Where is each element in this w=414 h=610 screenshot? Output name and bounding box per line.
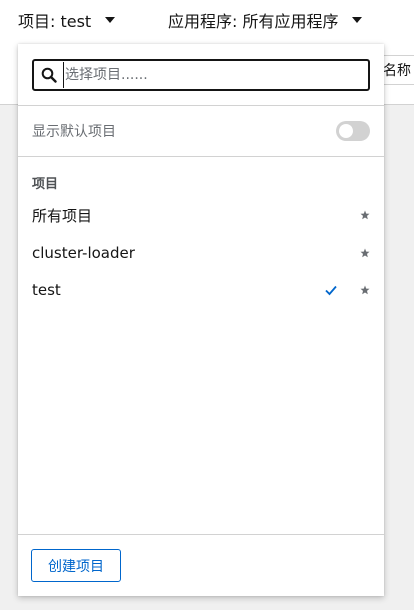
divider <box>18 156 384 157</box>
show-default-projects-row: 显示默认项目 <box>32 121 370 141</box>
show-default-projects-label: 显示默认项目 <box>32 124 116 140</box>
projects-group-title: 项目 <box>32 177 59 192</box>
project-item-all[interactable]: 所有项目 <box>32 201 370 229</box>
project-selector-label: 项目: test <box>18 12 92 31</box>
project-selector[interactable]: 项目: test <box>18 8 116 32</box>
project-item-label: test <box>32 281 61 299</box>
name-filter-label: 名称 <box>383 63 411 79</box>
toggle-knob <box>339 124 353 138</box>
project-item-label: cluster-loader <box>32 244 135 262</box>
top-bar: 项目: test 应用程序: 所有应用程序 <box>0 0 414 42</box>
project-search-box <box>32 59 370 91</box>
star-icon[interactable] <box>360 248 370 258</box>
project-dropdown-menu: 显示默认项目 项目 所有项目 cluster-loader test 创建项目 <box>18 44 384 596</box>
project-item-label: 所有项目 <box>32 206 93 225</box>
application-selector[interactable]: 应用程序: 所有应用程序 <box>168 8 363 32</box>
search-icon <box>41 67 57 83</box>
star-icon[interactable] <box>360 210 370 220</box>
caret-down-icon <box>352 17 363 23</box>
star-icon[interactable] <box>360 285 370 295</box>
create-project-button[interactable]: 创建项目 <box>31 549 121 582</box>
divider <box>18 105 384 106</box>
project-search-input[interactable] <box>63 62 368 88</box>
application-selector-label: 应用程序: 所有应用程序 <box>168 12 339 31</box>
project-item-cluster-loader[interactable]: cluster-loader <box>32 239 370 267</box>
caret-down-icon <box>105 17 116 23</box>
show-default-projects-toggle[interactable] <box>336 121 370 141</box>
divider <box>18 534 384 535</box>
project-item-test[interactable]: test <box>32 276 370 304</box>
check-icon <box>325 285 337 296</box>
